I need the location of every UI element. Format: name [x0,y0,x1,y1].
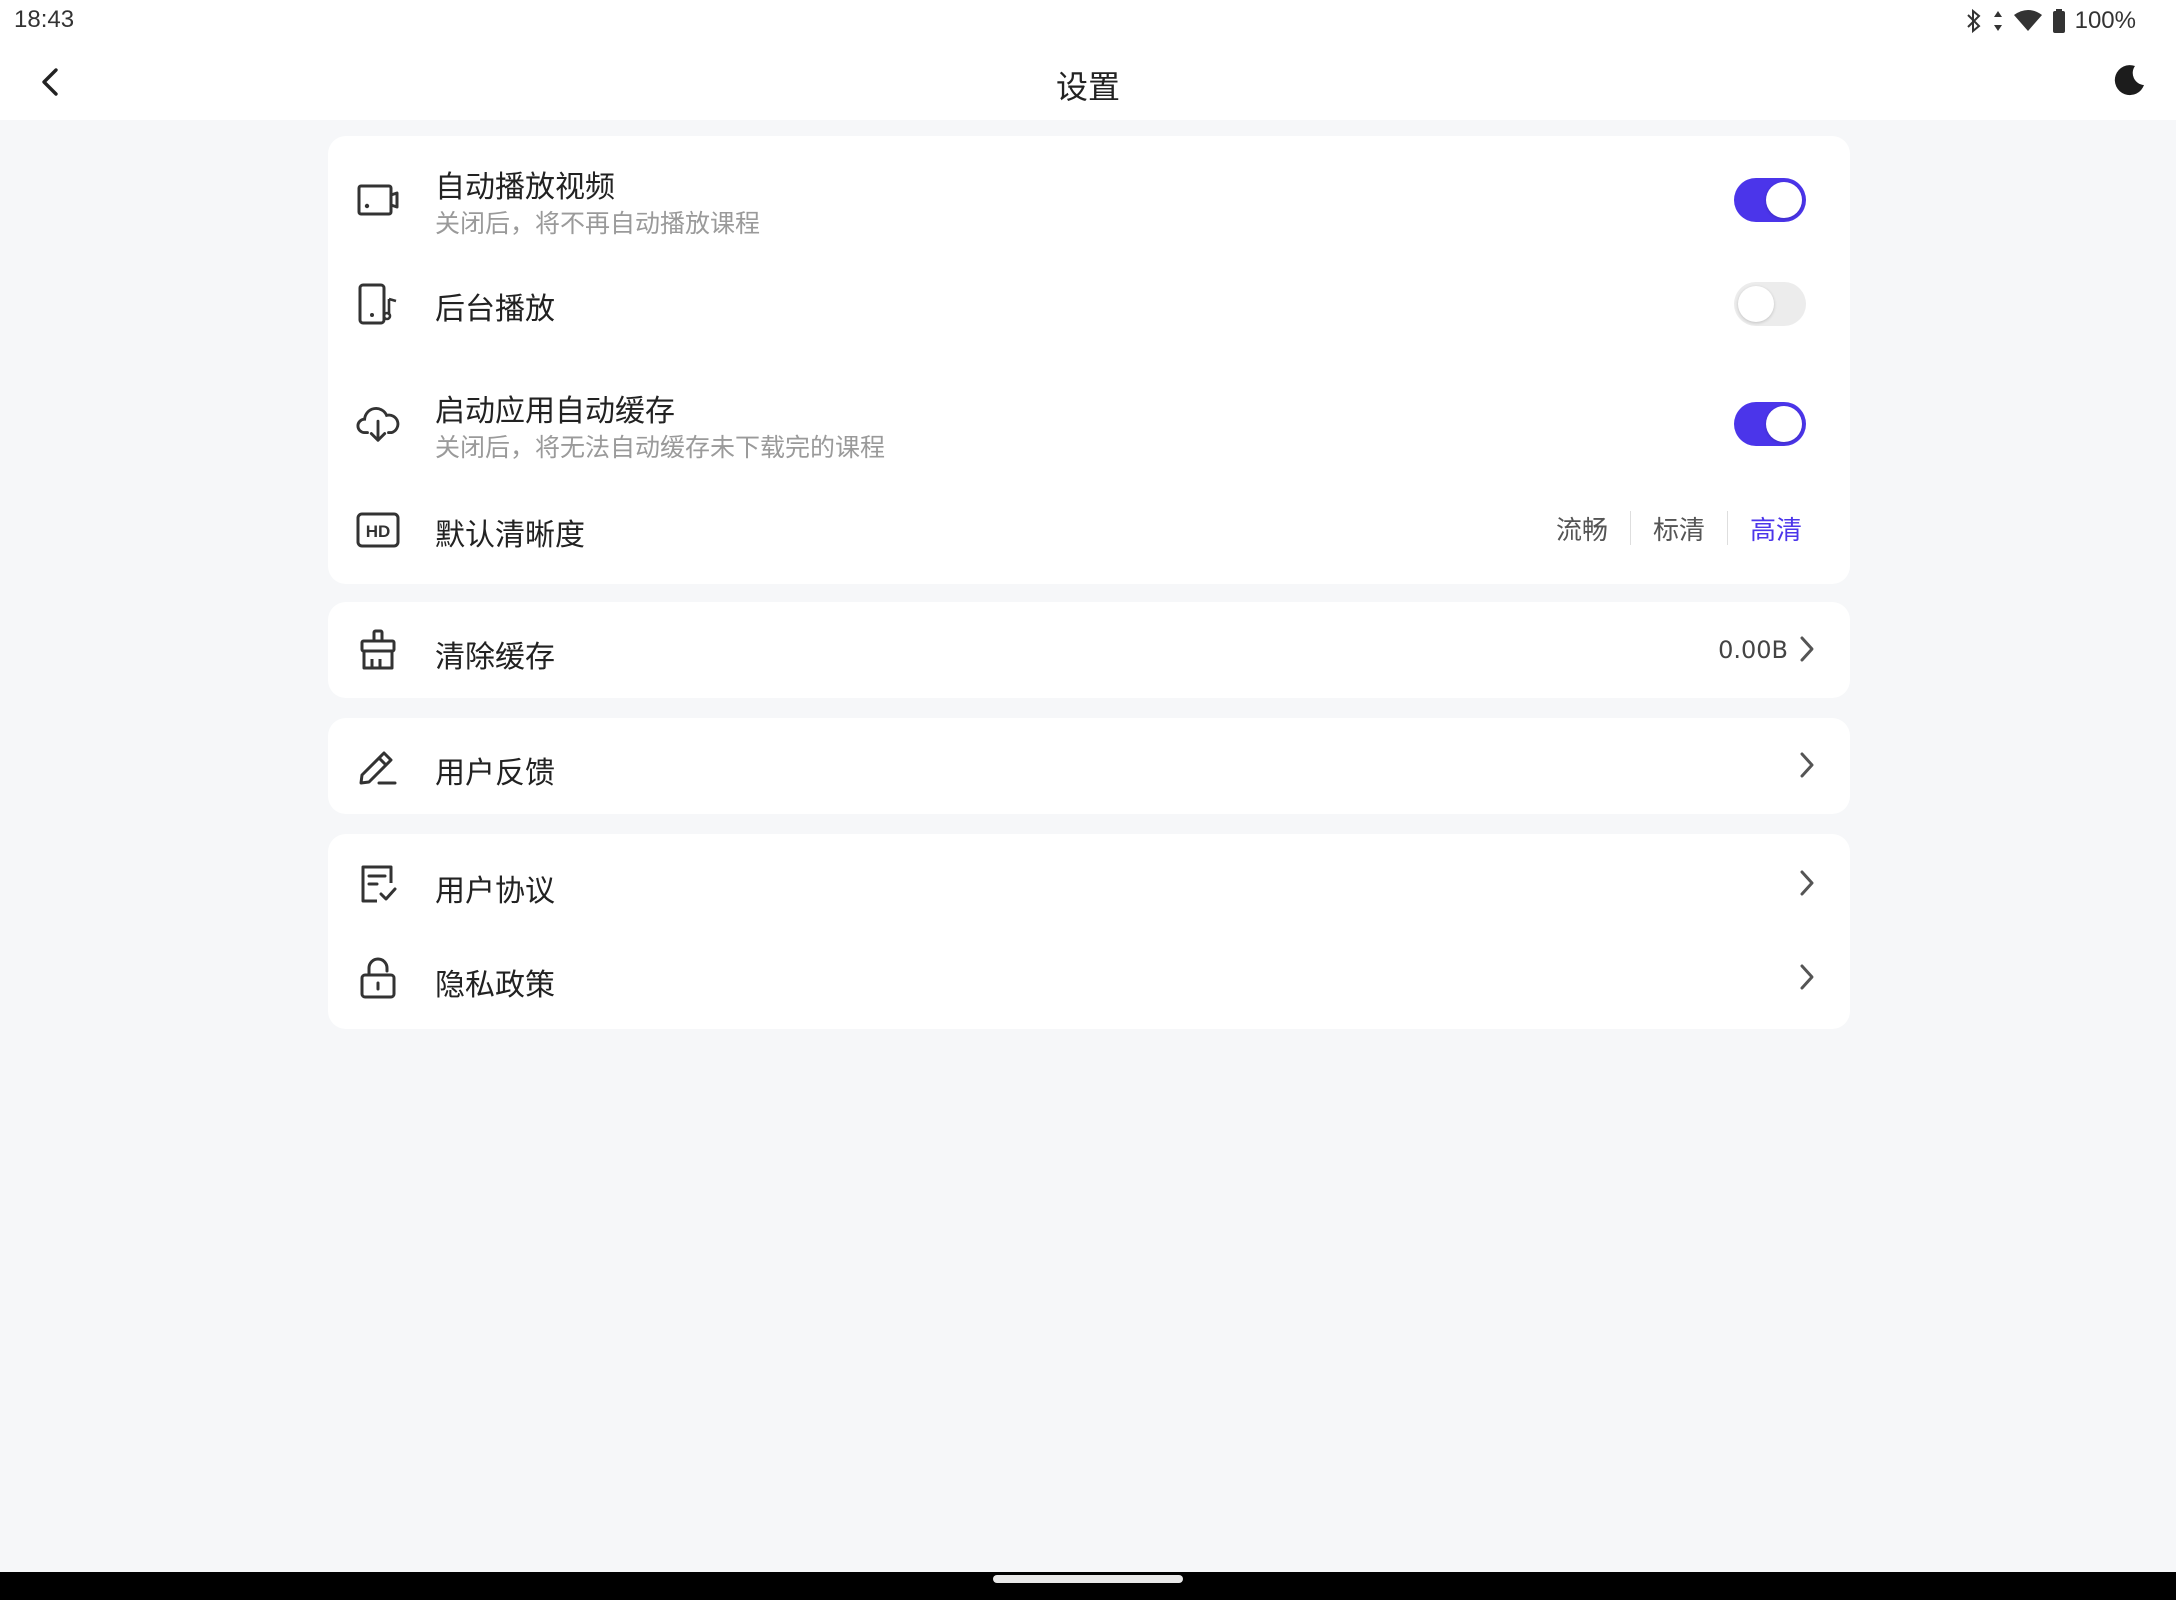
home-gesture-handle[interactable] [993,1575,1183,1583]
svg-text:HD: HD [366,522,391,541]
toggle-knob [1738,286,1774,322]
default-quality-label: 默认清晰度 [435,518,585,553]
theme-toggle-button[interactable] [2108,58,2152,102]
setting-user-feedback[interactable]: 用户反馈 [328,718,1850,814]
user-feedback-label: 用户反馈 [435,756,555,791]
clear-cache-label: 清除缓存 [435,640,555,675]
wifi-icon [2013,8,2043,34]
battery-icon [2051,8,2067,34]
user-agreement-label: 用户协议 [435,874,555,909]
page-title: 设置 [1055,68,1120,106]
moon-icon [2114,65,2144,96]
playback-settings-card: 自动播放视频 关闭后，将不再自动播放课程 后台播放 启动应用自动缓存 关闭后，将… [328,136,1850,584]
setting-background-play: 后台播放 [328,248,1850,360]
setting-user-agreement[interactable]: 用户协议 [328,834,1850,932]
pencil-icon [356,744,400,788]
status-bar: 18:43 100% [0,0,2176,44]
battery-percent: 100% [2074,7,2136,34]
chevron-right-icon [1790,748,1824,782]
setting-default-quality: HD 默认清晰度 流畅 标清 高清 [328,472,1850,584]
quality-option-standard[interactable]: 标清 [1631,510,1727,547]
document-check-icon [356,862,400,906]
quality-option-smooth[interactable]: 流畅 [1534,510,1630,547]
cache-size-value: 0.00B [1718,636,1788,664]
setting-autoplay-video: 自动播放视频 关闭后，将不再自动播放课程 [328,136,1850,248]
auto-cache-toggle[interactable] [1734,402,1806,446]
system-icons: 100% [1965,6,2136,36]
lock-icon [356,956,400,1000]
setting-auto-cache: 启动应用自动缓存 关闭后，将无法自动缓存未下载完的课程 [328,360,1850,472]
status-time: 18:43 [14,6,75,33]
autoplay-subtitle: 关闭后，将不再自动播放课程 [435,209,761,238]
legal-card: 用户协议 隐私政策 [328,834,1850,1029]
navigation-bar [0,1572,2176,1600]
setting-clear-cache[interactable]: 清除缓存 0.00B [328,602,1850,698]
background-play-label: 后台播放 [435,292,555,327]
background-play-toggle[interactable] [1734,282,1806,326]
toggle-knob [1766,182,1802,218]
chevron-right-icon [1790,960,1824,994]
app-bar: 设置 [0,44,2176,120]
video-icon [356,178,400,222]
privacy-policy-label: 隐私政策 [435,968,555,1003]
quality-selector: 流畅 标清 高清 [1534,506,1802,550]
data-arrows-icon [1991,8,2005,34]
toggle-knob [1766,406,1802,442]
phone-music-icon [356,282,400,326]
setting-privacy-policy[interactable]: 隐私政策 [328,932,1850,1029]
auto-cache-label: 启动应用自动缓存 [435,394,675,429]
quality-option-high[interactable]: 高清 [1728,510,1802,547]
auto-cache-subtitle: 关闭后，将无法自动缓存未下载完的课程 [435,433,886,462]
broom-icon [356,628,400,672]
bluetooth-icon [1965,8,1983,34]
chevron-right-icon [1790,866,1824,900]
chevron-right-icon [1790,632,1824,666]
autoplay-label: 自动播放视频 [435,170,615,205]
clear-cache-card[interactable]: 清除缓存 0.00B [328,602,1850,698]
cloud-download-icon [356,402,400,446]
feedback-card[interactable]: 用户反馈 [328,718,1850,814]
autoplay-toggle[interactable] [1734,178,1806,222]
hd-icon: HD [356,508,400,552]
